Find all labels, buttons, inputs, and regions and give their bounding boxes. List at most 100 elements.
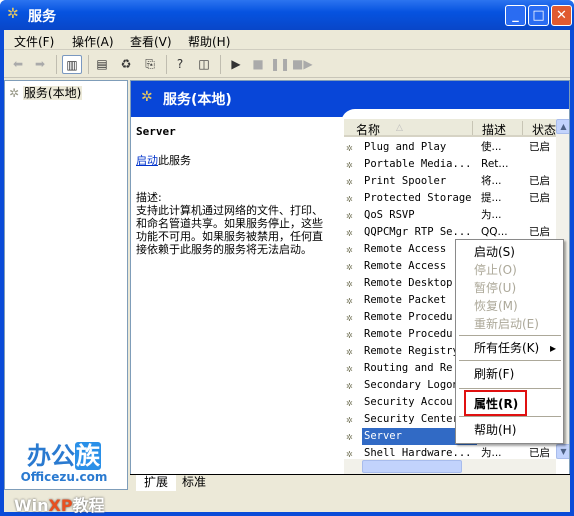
service-name: Print Spooler: [364, 175, 447, 187]
horizontal-scroll-thumb[interactable]: [362, 460, 462, 473]
service-desc: 为...: [481, 209, 502, 221]
description-label: 描述:: [136, 191, 162, 204]
menu-view[interactable]: 查看(V): [130, 33, 172, 50]
submenu-arrow-icon: ▸: [550, 341, 557, 355]
context-menu-item[interactable]: 刷新(F): [474, 366, 514, 383]
start-service-suffix: 此服务: [158, 154, 191, 167]
show-hide-tree-icon[interactable]: ▥: [62, 55, 82, 74]
service-name: Plug and Play: [364, 141, 447, 153]
service-gear-icon: ✲: [346, 345, 353, 358]
service-description-panel: Server 启动此服务 描述: 支持此计算机通过网络的文件、打印、和命名管道共…: [136, 125, 336, 256]
service-desc: 将...: [481, 175, 502, 187]
stop-icon[interactable]: ■: [248, 55, 268, 74]
service-name: Server: [136, 125, 176, 138]
services-gear-icon: ✲: [7, 6, 19, 22]
service-name: Protected Storage: [364, 192, 472, 204]
service-name: Security Center: [364, 413, 459, 425]
menu-help[interactable]: 帮助(H): [188, 33, 230, 50]
list-header: 名称 △ 描述 状态: [344, 119, 556, 137]
column-name[interactable]: 名称: [356, 121, 380, 138]
forward-icon[interactable]: ➡: [30, 55, 50, 74]
officezu-logo: 办公族 Officezu.com: [20, 442, 108, 484]
column-status[interactable]: 状态: [532, 121, 556, 138]
context-menu-item[interactable]: 属性(R): [474, 396, 518, 413]
service-desc: 提...: [481, 192, 502, 204]
service-row[interactable]: ✲ QoS RSVP 为...: [346, 207, 556, 224]
column-description[interactable]: 描述: [482, 121, 506, 138]
service-row[interactable]: ✲ Print Spooler 将... 已启: [346, 173, 556, 190]
service-status: 已启: [529, 192, 550, 204]
menu-separator: [459, 416, 561, 417]
scroll-down-button[interactable]: ▼: [556, 444, 569, 459]
service-row[interactable]: ✲ Protected Storage 提... 已启: [346, 190, 556, 207]
service-gear-icon: ✲: [346, 192, 353, 205]
start-icon[interactable]: ▶: [226, 55, 246, 74]
sort-ascending-icon: △: [396, 123, 403, 133]
service-gear-icon: ✲: [346, 328, 353, 341]
pause-icon[interactable]: ❚❚: [270, 55, 290, 74]
menu-separator: [459, 335, 561, 336]
service-row[interactable]: ✲ Portable Media... Ret...: [346, 156, 556, 173]
close-button[interactable]: ✕: [551, 5, 572, 26]
properties-icon[interactable]: ▤: [92, 55, 112, 74]
service-name: Remote Registry: [364, 345, 459, 357]
context-menu-item[interactable]: 恢复(M): [474, 298, 518, 315]
service-name: Secondary Logon: [364, 379, 459, 391]
help-icon[interactable]: ?: [170, 55, 190, 74]
service-name: QoS RSVP: [364, 209, 415, 221]
toolbar: ⬅ ➡ ▥ ▤ ♻ ⎘ ? ◫ ▶ ■ ❚❚ ■▶: [4, 51, 570, 78]
winxp-watermark: WinXP教程: [14, 496, 105, 515]
menu-file[interactable]: 文件(F): [14, 33, 54, 50]
service-gear-icon: ✲: [346, 294, 353, 307]
menu-bar: 文件(F) 操作(A) 查看(V) 帮助(H): [4, 30, 570, 50]
service-desc: 使...: [481, 141, 502, 153]
pane-title: 服务(本地): [163, 92, 232, 108]
service-row[interactable]: ✲ Plug and Play 使... 已启: [346, 139, 556, 156]
service-gear-icon: ✲: [346, 243, 353, 256]
description-text: 支持此计算机通过网络的文件、打印、和命名管道共享。如果服务停止，这些功能不可用。…: [136, 204, 323, 256]
service-gear-icon: ✲: [346, 226, 353, 239]
service-gear-icon: ✲: [346, 141, 353, 154]
service-gear-icon: ✲: [346, 311, 353, 324]
tab-standard[interactable]: 标准: [174, 475, 214, 491]
service-status: 已启: [529, 141, 550, 153]
service-status: 已启: [529, 175, 550, 187]
export-icon[interactable]: ⎘: [140, 55, 160, 74]
pane-header: ✲ 服务(本地): [131, 81, 569, 123]
show-hide-action-icon[interactable]: ◫: [194, 55, 214, 74]
refresh-icon[interactable]: ♻: [116, 55, 136, 74]
minimize-button[interactable]: _: [505, 5, 526, 26]
scroll-up-button[interactable]: ▲: [556, 119, 569, 134]
start-service-link[interactable]: 启动: [136, 154, 158, 167]
service-desc: Ret...: [481, 158, 509, 170]
service-gear-icon: ✲: [346, 209, 353, 222]
context-menu-item[interactable]: 帮助(H): [474, 422, 516, 439]
tab-extended[interactable]: 扩展: [136, 475, 177, 491]
service-gear-icon: ✲: [346, 379, 353, 392]
service-gear-icon: ✲: [346, 430, 353, 443]
service-name: Portable Media...: [364, 158, 472, 170]
context-menu-item[interactable]: 暂停(U): [474, 280, 516, 297]
context-menu-item[interactable]: 所有任务(K): [474, 340, 539, 357]
restart-icon[interactable]: ■▶: [292, 55, 313, 74]
tree-node-services-local[interactable]: ✲ 服务(本地): [9, 84, 83, 101]
service-gear-icon: ✲: [346, 260, 353, 273]
menu-separator: [459, 388, 561, 389]
title-bar: ✲ 服务 _ □ ✕: [0, 0, 574, 30]
horizontal-scrollbar[interactable]: [344, 459, 556, 474]
service-gear-icon: ✲: [346, 413, 353, 426]
menu-action[interactable]: 操作(A): [72, 33, 114, 50]
context-menu-item[interactable]: 重新启动(E): [474, 316, 539, 333]
services-gear-icon: ✲: [141, 89, 153, 105]
menu-separator: [459, 360, 561, 361]
service-gear-icon: ✲: [346, 277, 353, 290]
service-gear-icon: ✲: [346, 158, 353, 171]
window-title: 服务: [28, 9, 56, 25]
service-gear-icon: ✲: [346, 175, 353, 188]
context-menu-item[interactable]: 启动(S): [474, 244, 515, 261]
back-icon[interactable]: ⬅: [8, 55, 28, 74]
tree-pane: ✲ 服务(本地): [4, 80, 128, 490]
context-menu-item[interactable]: 停止(O): [474, 262, 517, 279]
view-tabs: 扩展 标准: [130, 474, 570, 491]
maximize-button[interactable]: □: [528, 5, 549, 26]
